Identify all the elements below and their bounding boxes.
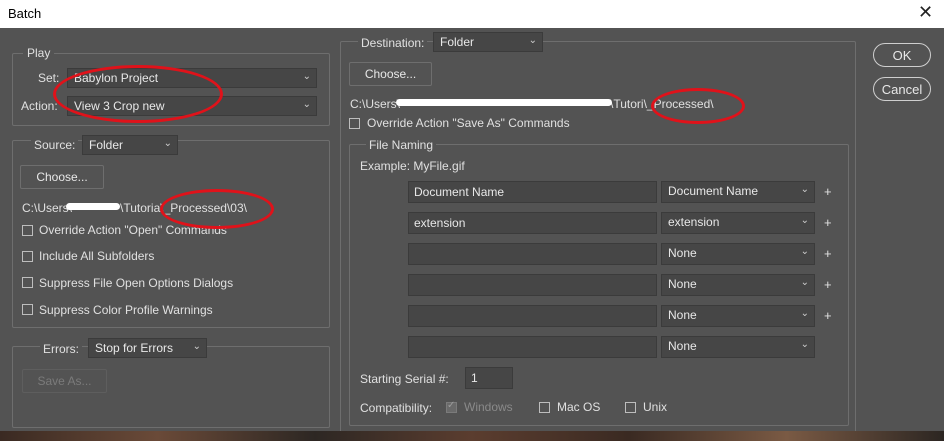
naming-select-value: None (668, 339, 697, 353)
chevron-down-icon: ⌄ (528, 35, 537, 46)
include-subfolders-label: Include All Subfolders (39, 249, 155, 263)
destination-choose-button[interactable]: Choose... (349, 62, 432, 86)
naming-select-value: None (668, 308, 697, 322)
naming-text-field[interactable] (408, 274, 657, 296)
serial-input[interactable]: 1 (465, 367, 513, 389)
errors-label: Errors: (40, 342, 82, 356)
include-subfolders-checkbox[interactable] (22, 251, 33, 262)
naming-select-value: Document Name (668, 184, 759, 198)
source-label: Source: (31, 138, 79, 152)
compatibility-label: Compatibility: (360, 401, 433, 415)
annotation-oval (160, 189, 274, 229)
chevron-down-icon: ⌄ (800, 215, 809, 226)
destination-path-mid: \Tutori (610, 97, 644, 111)
play-legend: Play (27, 46, 51, 60)
redaction-mark (66, 203, 120, 210)
errors-select-value: Stop for Errors (95, 341, 174, 355)
chevron-down-icon: ⌄ (800, 308, 809, 319)
compat-windows-checkbox[interactable] (446, 400, 457, 413)
suppress-open-dialogs-label: Suppress File Open Options Dialogs (39, 276, 234, 290)
background-strip (0, 431, 944, 441)
naming-text-field[interactable] (408, 243, 657, 265)
annotation-oval (53, 65, 223, 123)
ok-button[interactable]: OK (873, 43, 931, 67)
cancel-button[interactable]: Cancel (873, 77, 931, 101)
override-open-checkbox[interactable] (22, 225, 33, 236)
naming-select[interactable]: None ⌄ (661, 336, 815, 358)
chevron-down-icon: ⌄ (800, 277, 809, 288)
chevron-down-icon: ⌄ (302, 99, 311, 110)
action-label: Action: (21, 99, 58, 113)
compat-windows-label: Windows (464, 400, 513, 414)
naming-select-value: None (668, 277, 697, 291)
file-naming-legend: File Naming (366, 138, 437, 152)
naming-select[interactable]: extension ⌄ (661, 212, 815, 234)
naming-text-field[interactable] (408, 336, 657, 358)
chevron-down-icon: ⌄ (800, 246, 809, 257)
naming-select[interactable]: None ⌄ (661, 243, 815, 265)
naming-text-field[interactable]: extension (408, 212, 657, 234)
redaction-mark (396, 99, 612, 106)
suppress-color-warnings-label: Suppress Color Profile Warnings (39, 303, 213, 317)
close-icon[interactable]: ✕ (918, 2, 933, 23)
compat-unix-checkbox[interactable] (625, 402, 636, 413)
destination-label: Destination: (358, 36, 428, 50)
destination-path-start: C:\Users\ (350, 97, 401, 111)
naming-text-field[interactable] (408, 305, 657, 327)
source-select[interactable]: Folder ⌄ (82, 135, 178, 155)
add-row-icon[interactable]: + (824, 184, 832, 199)
chevron-down-icon: ⌄ (163, 138, 172, 149)
override-save-as-label: Override Action "Save As" Commands (367, 116, 570, 130)
compat-mac-checkbox[interactable] (539, 402, 550, 413)
override-save-as-checkbox[interactable] (349, 118, 360, 129)
title-bar: Batch ✕ (0, 0, 944, 28)
add-row-icon[interactable]: + (824, 246, 832, 261)
chevron-down-icon: ⌄ (302, 71, 311, 82)
save-as-button[interactable]: Save As... (22, 369, 107, 393)
destination-select-value: Folder (440, 35, 475, 49)
naming-select-value: None (668, 246, 697, 260)
set-label: Set: (38, 71, 60, 85)
source-path-start: C:\Users\ (22, 201, 73, 215)
chevron-down-icon: ⌄ (192, 341, 201, 352)
destination-select[interactable]: Folder ⌄ (433, 32, 543, 52)
add-row-icon[interactable]: + (824, 277, 832, 292)
naming-select[interactable]: None ⌄ (661, 274, 815, 296)
chevron-down-icon: ⌄ (800, 339, 809, 350)
suppress-open-dialogs-checkbox[interactable] (22, 277, 33, 288)
compat-mac-label: Mac OS (557, 400, 601, 414)
source-choose-button[interactable]: Choose... (20, 165, 104, 189)
suppress-color-warnings-checkbox[interactable] (22, 304, 33, 315)
add-row-icon[interactable]: + (824, 308, 832, 323)
add-row-icon[interactable]: + (824, 215, 832, 230)
serial-label: Starting Serial #: (360, 372, 449, 386)
annotation-oval (651, 88, 745, 124)
errors-select[interactable]: Stop for Errors ⌄ (88, 338, 207, 358)
window-title: Batch (8, 6, 42, 21)
naming-select[interactable]: Document Name ⌄ (661, 181, 815, 203)
compat-unix-label: Unix (643, 400, 668, 414)
naming-example: Example: MyFile.gif (360, 159, 465, 173)
source-select-value: Folder (89, 138, 124, 152)
naming-text-field[interactable]: Document Name (408, 181, 657, 203)
source-path-mid: \Tutoria (120, 201, 161, 215)
naming-select-value: extension (668, 215, 720, 229)
naming-select[interactable]: None ⌄ (661, 305, 815, 327)
chevron-down-icon: ⌄ (800, 184, 809, 195)
